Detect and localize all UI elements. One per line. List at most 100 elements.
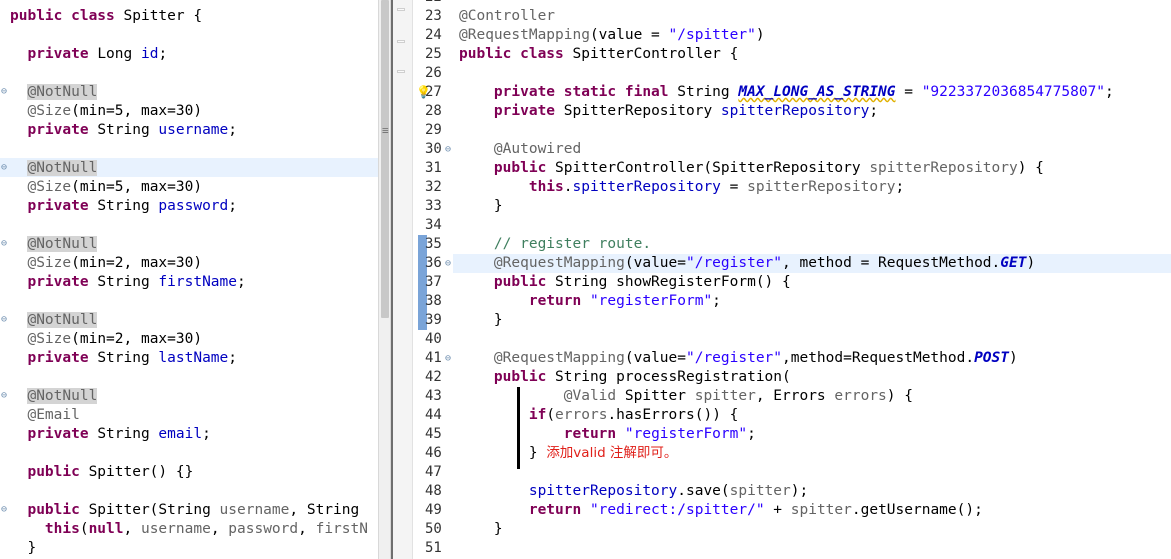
code-token: ); <box>790 483 809 499</box>
line-number: 43 <box>425 388 442 404</box>
code-line[interactable]: public class Spitter { <box>10 7 202 26</box>
code-token: public <box>493 160 556 176</box>
code-line[interactable]: @Size(min=2, max=30) <box>10 254 202 273</box>
code-token: private <box>27 198 98 214</box>
code-line[interactable]: private String username; <box>10 121 237 140</box>
code-line[interactable]: } <box>10 539 36 558</box>
code-token: String <box>97 350 159 366</box>
code-line[interactable]: @Email <box>10 406 79 425</box>
code-token: // register route. <box>493 236 652 252</box>
code-line[interactable]: this(null, username, password, firstN <box>10 520 368 539</box>
fold-icon[interactable]: ⊖ <box>1 310 7 329</box>
overview-ruler[interactable] <box>393 0 413 559</box>
code-line[interactable]: public Spitter(String username, String <box>10 501 359 520</box>
overview-marker[interactable] <box>397 8 405 11</box>
line-number: 44 <box>425 407 442 423</box>
line-number: 39 <box>425 312 442 328</box>
fold-icon[interactable]: ⊖ <box>1 82 7 101</box>
fold-icon[interactable]: ⊖ <box>1 386 7 405</box>
code-token: (min=5, max=30) <box>71 103 203 119</box>
code-line[interactable]: this.spitterRepository = spitterReposito… <box>459 178 904 197</box>
overview-marker[interactable] <box>397 40 405 43</box>
fold-icon[interactable]: ⊖ <box>1 234 7 253</box>
left-editor[interactable]: ⊖ ⊖ ⊖ ⊖ ⊖ ⊖ public class Spitter { priva… <box>0 0 378 559</box>
code-line[interactable]: } <box>459 311 503 330</box>
code-line[interactable]: @NotNull <box>10 159 98 178</box>
code-line[interactable]: @RequestMapping(value="/register",method… <box>459 349 1018 368</box>
code-line[interactable]: private String firstName; <box>10 273 245 292</box>
line-number: 28 <box>425 103 442 119</box>
code-line[interactable]: public SpitterController(SpitterReposito… <box>459 159 1044 178</box>
code-token: lastName <box>158 350 229 366</box>
code-token: spitterRepository <box>528 483 678 499</box>
code-line[interactable]: private String password; <box>10 197 237 216</box>
code-line[interactable]: @Valid Spitter spitter, Errors errors) { <box>459 387 913 406</box>
code-line[interactable]: private static final String MAX_LONG_AS_… <box>459 83 1114 102</box>
code-token: Spitter(String <box>88 502 220 518</box>
code-token: @Size <box>27 331 72 347</box>
code-line[interactable]: return "registerForm"; <box>459 292 721 311</box>
code-line[interactable]: private String lastName; <box>10 349 237 368</box>
code-line[interactable]: @RequestMapping(value = "/spitter") <box>459 26 765 45</box>
code-token: , <box>298 521 316 537</box>
line-number: 35 <box>425 236 442 252</box>
code-token: String <box>97 274 159 290</box>
code-token: spitterRepository <box>572 179 721 195</box>
code-line[interactable]: @NotNull <box>10 311 98 330</box>
right-editor[interactable]: 💡 ⊖ ⊖ ⊖ 22232425262728293031323334353637… <box>393 0 1171 559</box>
code-line[interactable]: return "registerForm"; <box>459 425 756 444</box>
fold-icon[interactable]: ⊖ <box>1 500 7 519</box>
code-token: return <box>563 426 625 442</box>
code-line[interactable]: } 添加valid 注解即可。 <box>459 444 678 463</box>
line-number: 38 <box>425 293 442 309</box>
code-token: "registerForm" <box>624 426 748 442</box>
code-token: public <box>493 274 556 290</box>
code-line[interactable]: @Controller <box>459 7 555 26</box>
line-number: 23 <box>425 8 442 24</box>
code-line[interactable]: @Size(min=2, max=30) <box>10 330 202 349</box>
code-token: , Errors <box>755 388 835 404</box>
code-token: @Autowired <box>493 141 582 157</box>
code-line[interactable]: @Size(min=5, max=30) <box>10 102 202 121</box>
code-line[interactable]: return "redirect:/spitter/" + spitter.ge… <box>459 501 983 520</box>
code-line[interactable]: private Long id; <box>10 45 167 64</box>
code-line[interactable]: @NotNull <box>10 387 98 406</box>
left-scrollbar[interactable]: ≡ <box>378 0 391 559</box>
code-token: (min=5, max=30) <box>71 179 203 195</box>
line-number: 30 <box>425 141 442 157</box>
code-line[interactable]: public String processRegistration( <box>459 368 791 387</box>
overview-marker[interactable] <box>397 70 405 73</box>
code-line[interactable]: if(errors.hasErrors()) { <box>459 406 739 425</box>
code-line[interactable]: spitterRepository.save(spitter); <box>459 482 808 501</box>
code-line[interactable]: // register route. <box>459 235 651 254</box>
code-line[interactable]: public Spitter() {} <box>10 463 193 482</box>
code-line[interactable]: @Autowired <box>459 140 581 159</box>
code-line[interactable]: public class SpitterController { <box>459 45 738 64</box>
line-number: 29 <box>425 122 442 138</box>
fold-icon[interactable]: ⊖ <box>1 158 7 177</box>
code-line[interactable]: private SpitterRepository spitterReposit… <box>459 102 878 121</box>
code-line[interactable]: @NotNull <box>10 235 98 254</box>
code-line[interactable]: @Size(min=5, max=30) <box>10 178 202 197</box>
line-number: 49 <box>425 502 442 518</box>
code-line[interactable]: @NotNull <box>10 83 98 102</box>
scrollbar-thumb[interactable] <box>381 0 389 318</box>
code-token: + <box>764 502 791 518</box>
code-line[interactable]: } <box>459 520 503 539</box>
code-line[interactable]: @RequestMapping(value="/register", metho… <box>459 254 1035 273</box>
code-token: 添加valid 注解即可。 <box>546 445 678 461</box>
code-token: ) <box>1009 350 1018 366</box>
code-line[interactable]: } <box>459 197 503 216</box>
code-line[interactable]: private String email; <box>10 425 210 444</box>
code-line[interactable]: public String showRegisterForm() { <box>459 273 791 292</box>
